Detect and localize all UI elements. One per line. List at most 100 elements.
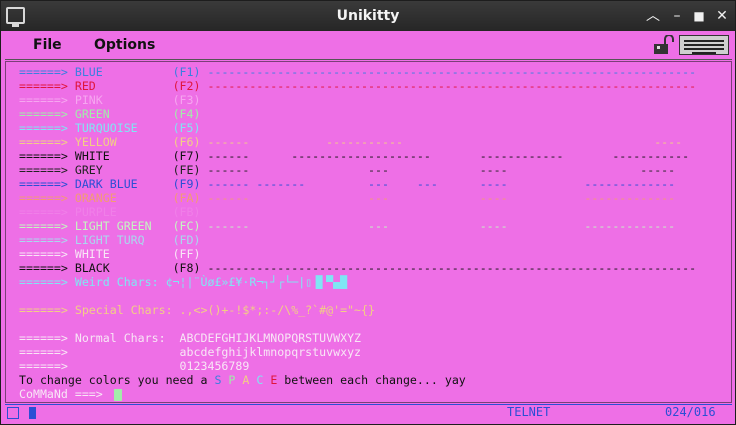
color-key: (F4) [172, 107, 208, 121]
color-key: (FE) [172, 163, 208, 177]
color-key: (F8) [172, 261, 208, 275]
color-arrow: ======> [19, 219, 75, 233]
status-cursor [29, 407, 36, 419]
color-arrow: ======> [19, 149, 75, 163]
maximize-icon[interactable]: ■ [691, 8, 707, 24]
space-letter: C [256, 373, 271, 387]
terminal-line: ======> GREEN (F4) [19, 107, 207, 121]
color-key: (F7) [172, 149, 208, 163]
screen-icon [7, 407, 19, 419]
terminal-line: ======> DARK BLUE (F9) ------ ------- --… [19, 177, 675, 191]
color-key: (FB) [172, 205, 208, 219]
color-key: (F9) [172, 177, 208, 191]
color-arrow: ======> [19, 247, 75, 261]
normal-lower: abcdefghijklmnopqrstuvwxyz [179, 345, 362, 359]
terminal-line: ======> PINK (F3) [19, 93, 207, 107]
color-name: BLACK [74, 261, 173, 275]
color-key: (FC) [172, 219, 208, 233]
color-name: PINK [74, 93, 173, 107]
keyboard-icon[interactable] [679, 35, 729, 55]
space-letter: S [214, 373, 229, 387]
terminal-screen[interactable]: ======> BLUE (F1) ----------------------… [5, 61, 732, 403]
terminal-line: ======> WHITE (F7) ------ --------------… [19, 149, 689, 163]
chevron-up-icon[interactable]: ︿ [645, 8, 661, 24]
change-colors-text: To change colors you need a [19, 373, 215, 387]
terminal-line: ======> BLACK (F8) ---------------------… [19, 261, 696, 275]
color-bar: ----------------------------------------… [207, 65, 697, 79]
color-name: DARK BLUE [74, 177, 173, 191]
normal-upper: ABCDEFGHIJKLMNOPQRSTUVWXYZ [179, 331, 362, 345]
lock-icon[interactable] [653, 35, 677, 55]
color-name: ORANGE [74, 191, 173, 205]
color-arrow: ======> [19, 205, 75, 219]
color-name: WHITE [74, 149, 173, 163]
color-name: WHITE [74, 247, 173, 261]
color-bar: ------ --- ---- ------------- [207, 191, 676, 205]
color-arrow: ======> [19, 107, 75, 121]
normal-arrow: ======> [19, 359, 180, 373]
space-letter: P [228, 373, 243, 387]
menu-options[interactable]: Options [94, 37, 155, 53]
terminal-line: ======> YELLOW (F6) ------ ----------- -… [19, 135, 682, 149]
space-letter: A [242, 373, 257, 387]
color-bar: ------ --- ---- ----- [207, 163, 676, 177]
terminal-line: ======> Special Chars: .,<>()+-!$*;:-/\%… [19, 303, 375, 317]
terminal-line: To change colors you need a S P A C E be… [19, 373, 466, 387]
color-arrow: ======> [19, 121, 75, 135]
command-prompt: CoMMaNd ===> [19, 387, 110, 401]
color-key: (FF) [172, 247, 208, 261]
terminal-line: ======> abcdefghijklmnopqrstuvwxyz [19, 345, 361, 359]
special-chars: ======> Special Chars: .,<>()+-!$*;:-/\%… [19, 303, 375, 317]
color-name: LIGHT TURQ [74, 233, 173, 247]
color-arrow: ======> [19, 163, 75, 177]
close-icon[interactable]: ✕ [714, 8, 730, 24]
terminal-line: ======> LIGHT TURQ (FD) [19, 233, 207, 247]
connection-mode: TELNET [507, 405, 551, 419]
menu-file[interactable]: File [33, 37, 62, 53]
color-arrow: ======> [19, 191, 75, 205]
color-key: (FD) [172, 233, 208, 247]
color-key: (F1) [172, 65, 208, 79]
color-arrow: ======> [19, 93, 75, 107]
cursor-position: 024/016 [665, 405, 716, 419]
color-name: LIGHT GREEN [74, 219, 173, 233]
normal-arrow: ======> [19, 345, 180, 359]
terminal-line: ======> TURQUOISE (F5) [19, 121, 207, 135]
color-arrow: ======> [19, 65, 75, 79]
color-name: PURPLE [74, 205, 173, 219]
app-window: Unikitty ︿ – ■ ✕ File Options ======> BL… [0, 0, 736, 425]
color-arrow: ======> [19, 233, 75, 247]
change-colors-text: between each change... yay [277, 373, 466, 387]
color-bar: ----------------------------------------… [207, 79, 697, 93]
color-key: (F2) [172, 79, 208, 93]
terminal-line: ======> BLUE (F1) ----------------------… [19, 65, 696, 79]
terminal-line: ======> RED (F2) -----------------------… [19, 79, 696, 93]
terminal-line: ======> PURPLE (FB) [19, 205, 207, 219]
color-arrow: ======> [19, 177, 75, 191]
color-name: GREEN [74, 107, 173, 121]
window-title: Unikitty [336, 8, 400, 24]
color-bar: ------ ----------- ---- [207, 135, 683, 149]
color-name: BLUE [74, 65, 173, 79]
color-name: YELLOW [74, 135, 173, 149]
terminal-line: ======> LIGHT GREEN (FC) ------ --- ----… [19, 219, 675, 233]
minimize-icon[interactable]: – [669, 8, 685, 24]
color-bar: ------ --- ---- ------------- [207, 219, 676, 233]
color-name: TURQUOISE [74, 121, 173, 135]
color-arrow: ======> [19, 261, 75, 275]
weird-chars: ======> Weird Chars: ¢¬¦|¨Ùø£»£¥·R¬┐┘┌└─… [19, 275, 348, 289]
status-bar: TELNET 024/016 [5, 404, 732, 421]
color-key: (F6) [172, 135, 208, 149]
color-key: (F3) [172, 93, 208, 107]
normal-chars-label: ======> Normal Chars: [19, 331, 180, 345]
color-key: (FA) [172, 191, 208, 205]
color-arrow: ======> [19, 135, 75, 149]
terminal-line: CoMMaNd ===> [19, 387, 122, 401]
title-bar[interactable]: Unikitty ︿ – ■ ✕ [1, 1, 735, 31]
terminal-line: ======> Weird Chars: ¢¬¦|¨Ùø£»£¥·R¬┐┘┌└─… [19, 275, 347, 289]
terminal-cursor [113, 388, 122, 401]
color-name: RED [74, 79, 173, 93]
color-arrow: ======> [19, 79, 75, 93]
terminal-line: ======> GREY (FE) ------ --- ---- ----- [19, 163, 675, 177]
color-key: (F5) [172, 121, 208, 135]
